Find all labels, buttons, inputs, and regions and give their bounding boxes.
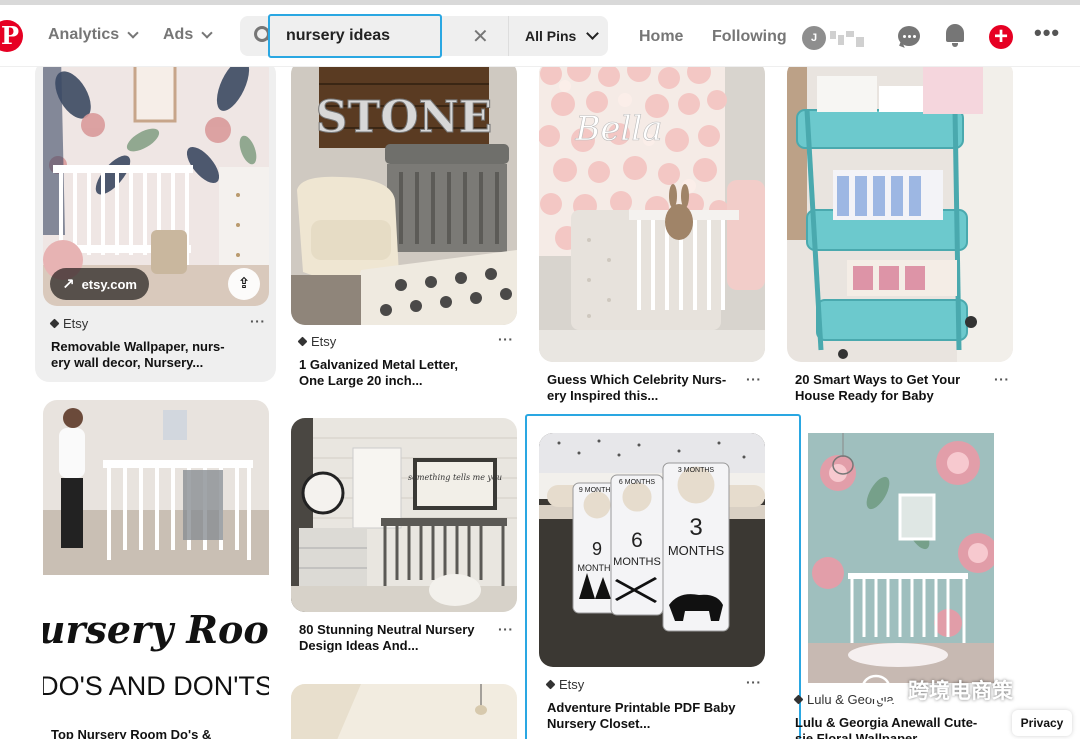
- pin-more-icon[interactable]: ···: [498, 331, 514, 347]
- tag-icon: [297, 336, 308, 347]
- divider-top-label: 9 MONTHS: [579, 487, 616, 494]
- pin-more-icon[interactable]: ···: [746, 674, 762, 690]
- pin-source-label: Etsy: [311, 334, 337, 349]
- tag-icon: [49, 318, 60, 329]
- privacy-button[interactable]: Privacy: [1012, 710, 1072, 736]
- create-plus-icon[interactable]: +: [989, 25, 1013, 49]
- profile-name-redacted[interactable]: [830, 29, 870, 49]
- divider-unit: MONTHS: [668, 543, 725, 558]
- pin-title[interactable]: 20 Smart Ways to Get Your House Ready fo…: [795, 372, 985, 404]
- pin-source-label: Etsy: [559, 677, 585, 692]
- pin-image-stone-letters[interactable]: STONE: [291, 60, 517, 325]
- home-link[interactable]: Home: [639, 28, 683, 46]
- wall-sign-text: STONE: [316, 92, 493, 143]
- watermark: 跨境电商策: [861, 674, 1013, 706]
- source-link-label: etsy.com: [81, 276, 137, 292]
- overlay-script-text: Nursery Room: [43, 607, 269, 652]
- top-navigation-bar: P Analytics Ads nursery ideas ✕ All Pins…: [0, 5, 1080, 67]
- ads-label: Ads: [163, 26, 194, 43]
- search-input[interactable]: nursery ideas: [268, 14, 442, 58]
- search-scope-label: All Pins: [525, 28, 577, 44]
- pin-source[interactable]: Etsy: [49, 316, 89, 331]
- pin-more-icon[interactable]: ···: [746, 371, 762, 387]
- wechat-logo-icon: [861, 674, 900, 706]
- notifications-bell-icon[interactable]: [946, 24, 964, 47]
- pin-title[interactable]: Adventure Printable PDF Baby Nursery Clo…: [547, 700, 737, 732]
- share-upload-icon[interactable]: ⇪: [228, 268, 260, 300]
- external-link-arrow-icon: ↗: [62, 276, 75, 293]
- divider-top-label: 6 MONTHS: [619, 479, 656, 486]
- clear-search-icon[interactable]: ✕: [472, 24, 489, 49]
- overlay-caps-text: DO'S AND DON'TS: [43, 671, 269, 701]
- messages-icon[interactable]: [898, 26, 920, 46]
- pin-image-nursery-dos-donts[interactable]: Nursery Room DO'S AND DON'TS: [43, 400, 269, 718]
- watermark-text: 跨境电商策: [908, 680, 1013, 703]
- wall-sign-text: something tells me you: [408, 473, 502, 482]
- analytics-menu[interactable]: Analytics: [48, 26, 139, 44]
- tag-icon: [545, 679, 556, 690]
- pin-image-neutral-nursery[interactable]: something tells me you: [291, 418, 517, 612]
- divider-number: 6: [631, 529, 643, 552]
- chevron-down-icon: [127, 26, 139, 39]
- wall-sign-text: Bella: [574, 109, 662, 149]
- divider-top-label: 3 MONTHS: [678, 467, 715, 474]
- avatar[interactable]: J: [802, 26, 826, 50]
- divider-number: 3: [689, 514, 702, 541]
- search-scope-dropdown[interactable]: All Pins: [508, 16, 608, 56]
- pin-title[interactable]: Guess Which Celebrity Nurs- ery Inspired…: [547, 372, 737, 404]
- more-options-icon[interactable]: •••: [1034, 20, 1060, 46]
- divider-number: 9: [592, 539, 602, 559]
- pin-image-flower-wall[interactable]: Bella: [539, 60, 765, 362]
- pinterest-logo-icon[interactable]: P: [0, 20, 23, 52]
- pin-title[interactable]: Top Nursery Room Do's &: [51, 727, 241, 739]
- search-bar: nursery ideas ✕ All Pins: [240, 14, 608, 58]
- pin-image-closet-dividers[interactable]: 9 MONTHS 9 MONTHS 6 MONTHS 6 MONTHS 3 MONTHS 3 M…: [539, 433, 765, 667]
- pin-more-icon[interactable]: ···: [994, 371, 1010, 387]
- pin-title[interactable]: Lulu & Georgia Anewall Cute- sie Floral …: [795, 715, 985, 739]
- pin-image-storage-cart[interactable]: [787, 60, 1013, 362]
- ads-menu[interactable]: Ads: [163, 26, 213, 44]
- analytics-label: Analytics: [48, 26, 120, 43]
- chevron-down-icon: [586, 27, 600, 40]
- pin-source[interactable]: Etsy: [545, 677, 585, 692]
- pin-image-bright-room[interactable]: [291, 684, 517, 739]
- pin-title[interactable]: 1 Galvanized Metal Letter, One Large 20 …: [299, 357, 489, 389]
- pin-source[interactable]: Etsy: [297, 334, 337, 349]
- closet-divider-tag: 6 MONTHS 6 MONTHS: [610, 474, 664, 616]
- pin-more-icon[interactable]: ···: [250, 313, 266, 329]
- source-link-chip[interactable]: ↗ etsy.com: [50, 268, 149, 300]
- divider-unit: MONTHS: [613, 556, 661, 568]
- pin-image-floral-nursery[interactable]: [808, 433, 994, 683]
- pin-more-icon[interactable]: ···: [498, 621, 514, 637]
- pin-title[interactable]: 80 Stunning Neutral Nursery Design Ideas…: [299, 622, 489, 654]
- chevron-down-icon: [201, 26, 213, 39]
- tag-icon: [793, 694, 804, 705]
- pin-source-label: Etsy: [63, 316, 89, 331]
- pin-title[interactable]: Removable Wallpaper, nurs- ery wall deco…: [51, 339, 241, 371]
- following-link[interactable]: Following: [712, 28, 787, 46]
- closet-divider-tag: 3 MONTHS 3 MONTHS: [662, 462, 730, 632]
